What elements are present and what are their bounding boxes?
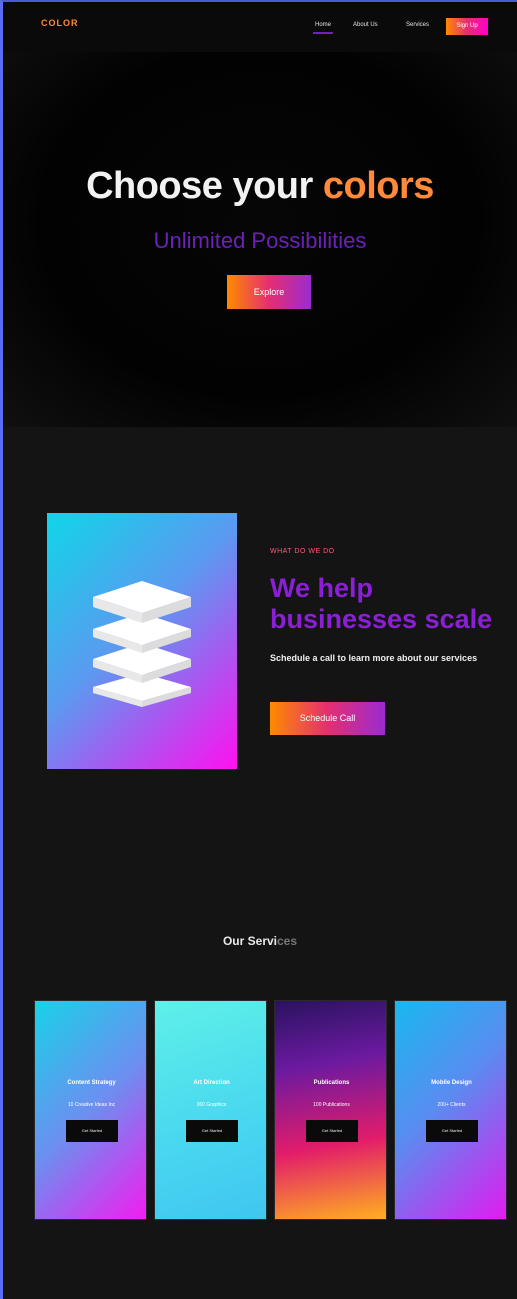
service-card-mobile-design: Mobile Design 200+ Clients Get Started (394, 1000, 507, 1220)
service-card-art-direction: Art Direction 360 Graphics Get Started (154, 1000, 267, 1220)
card-subtitle: 100 Publications (313, 1102, 350, 1108)
card-subtitle: 360 Graphics (196, 1102, 227, 1108)
card-get-started-button[interactable]: Get Started (426, 1120, 478, 1142)
page: COLOR Home About Us Services Sign Up Cho… (0, 0, 517, 1299)
card-get-started-button[interactable]: Get Started (306, 1120, 358, 1142)
services-heading-main: Our Servi (222, 934, 277, 948)
hero-subtitle: Unlimited Possibilities (153, 228, 367, 253)
card-title: Publications (313, 1080, 350, 1086)
logo[interactable]: COLOR (41, 18, 79, 28)
card-title: Art Direction (193, 1080, 230, 1086)
about-title: We help businesses scale (270, 573, 493, 634)
nav-link-services[interactable]: Services (406, 22, 429, 28)
card-title: Mobile Design (431, 1080, 472, 1086)
navbar: COLOR Home About Us Services Sign Up (3, 2, 517, 52)
card-title: Content Strategy (67, 1080, 116, 1086)
service-card-content-strategy: Content Strategy 10 Creative Ideas Inc G… (34, 1000, 147, 1220)
schedule-call-button[interactable]: Schedule Call (270, 702, 385, 735)
card-get-started-button[interactable]: Get Started (186, 1120, 238, 1142)
explore-button[interactable]: Explore (227, 275, 311, 309)
card-subtitle: 200+ Clients (437, 1102, 466, 1108)
hero-title-main: Choose your (86, 165, 323, 207)
hero-title-accent: colors (322, 165, 435, 207)
service-card-publications: Publications 100 Publications Get Starte… (274, 1000, 387, 1220)
hero-section: Choose your colors Unlimited Possibiliti… (3, 52, 517, 427)
services-heading: Our Services (3, 934, 517, 948)
about-image (47, 513, 237, 769)
services-heading-tail: ces (277, 934, 298, 948)
nav-link-home[interactable]: Home (312, 22, 334, 34)
sign-up-button[interactable]: Sign Up (446, 18, 488, 35)
card-get-started-button[interactable]: Get Started (66, 1120, 118, 1142)
card-subtitle: 10 Creative Ideas Inc (67, 1102, 116, 1108)
nav-link-about-us[interactable]: About Us (353, 22, 378, 28)
hero-title: Choose your colors (3, 165, 517, 208)
about-text: Schedule a call to learn more about our … (270, 653, 478, 663)
about-eyebrow: WHAT DO WE DO (270, 548, 335, 555)
layers-icon (93, 581, 191, 707)
